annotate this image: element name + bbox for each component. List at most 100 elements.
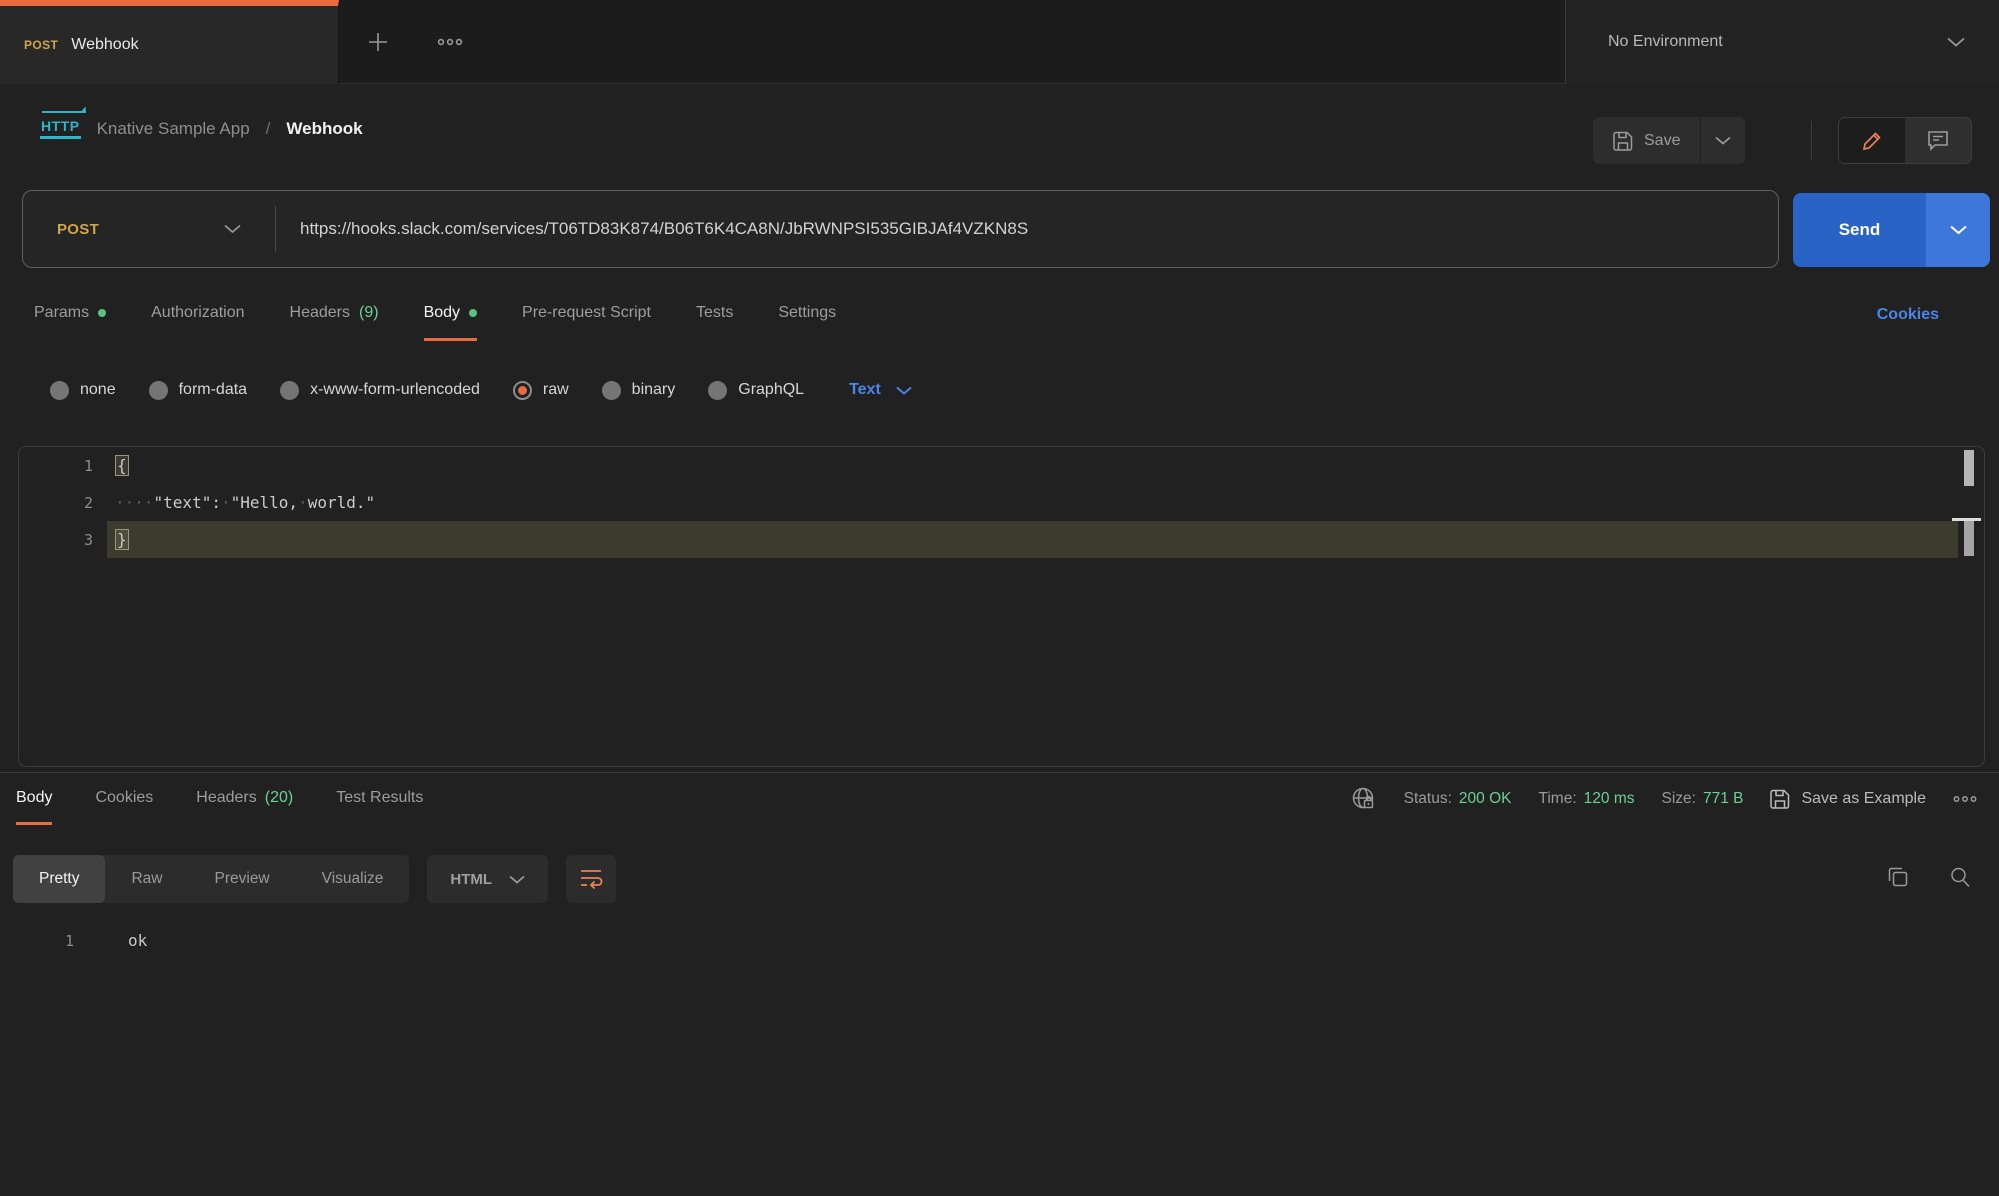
- response-tab-cookies-label: Cookies: [95, 789, 153, 807]
- request-tabs: Params Authorization Headers (9) Body Pr…: [34, 304, 836, 341]
- wrap-text-button[interactable]: [566, 855, 616, 903]
- response-meta: Status: 200 OK Time: 120 ms Size: 771 B …: [1351, 786, 1977, 812]
- save-options-button[interactable]: [1700, 117, 1745, 164]
- http-request-icon: HTTP: [40, 118, 81, 139]
- response-tab-cookies[interactable]: Cookies: [95, 789, 153, 825]
- code-token: "Hello,: [231, 493, 298, 512]
- response-tab-test-results[interactable]: Test Results: [336, 789, 423, 825]
- body-type-binary-label: binary: [632, 381, 676, 399]
- bracket-highlight: }: [115, 529, 129, 550]
- response-toolbar: Pretty Raw Preview Visualize HTML: [13, 855, 616, 903]
- radio-unselected-icon: [280, 381, 299, 400]
- body-type-x-www-form-urlencoded[interactable]: x-www-form-urlencoded: [280, 381, 480, 400]
- breadcrumb-collection[interactable]: Knative Sample App: [97, 119, 250, 139]
- tab-pre-request-script-label: Pre-request Script: [522, 304, 651, 322]
- editor-line-number: 3: [19, 521, 107, 558]
- new-tab-button[interactable]: [356, 0, 400, 84]
- editor-scrollbar-thumb[interactable]: [1964, 450, 1974, 486]
- save-as-example-label: Save as Example: [1801, 790, 1926, 808]
- body-type-raw[interactable]: raw: [513, 381, 569, 400]
- cookies-link[interactable]: Cookies: [1877, 306, 1939, 324]
- raw-format-selector[interactable]: Text: [849, 381, 912, 399]
- chevron-down-icon: [896, 386, 912, 395]
- sidebar-toggle-group: [1838, 117, 1972, 164]
- body-type-graphql[interactable]: GraphQL: [708, 381, 804, 400]
- tab-options-button[interactable]: [425, 0, 475, 84]
- response-tab-headers[interactable]: Headers (20): [196, 789, 293, 825]
- tab-headers-label: Headers: [290, 304, 350, 322]
- tab-params-label: Params: [34, 304, 89, 322]
- view-visualize[interactable]: Visualize: [296, 855, 410, 903]
- editor-line: 2····"text":·"Hello,·world.": [19, 484, 1984, 521]
- top-tab-bar: POST Webhook No Environment: [0, 0, 1999, 84]
- size-label: Size:: [1662, 790, 1696, 808]
- size-value: 771 B: [1703, 790, 1744, 808]
- tab-authorization[interactable]: Authorization: [151, 304, 244, 341]
- response-tab-headers-count: (20): [265, 789, 293, 807]
- request-tab-method: POST: [24, 38, 58, 52]
- request-tab-title: Webhook: [71, 36, 138, 54]
- params-active-dot: [98, 309, 106, 317]
- tab-body-label: Body: [424, 304, 460, 322]
- status-label: Status:: [1404, 790, 1452, 808]
- size-badge: Size: 771 B: [1662, 790, 1744, 808]
- body-type-binary[interactable]: binary: [602, 381, 676, 400]
- response-tab-test-results-label: Test Results: [336, 789, 423, 807]
- send-button[interactable]: Send: [1793, 193, 1926, 267]
- response-tabs: Body Cookies Headers (20) Test Results: [16, 789, 423, 825]
- tab-settings[interactable]: Settings: [778, 304, 836, 341]
- response-more-dots-icon[interactable]: [1953, 795, 1977, 803]
- editor-code[interactable]: ····"text":·"Hello,·world.": [107, 484, 1958, 521]
- tab-headers[interactable]: Headers (9): [290, 304, 379, 341]
- wrap-text-icon: [579, 868, 603, 890]
- method-selector[interactable]: POST: [23, 191, 275, 267]
- editor-cursor-marker-thumb: [1964, 521, 1974, 556]
- body-type-x-www-form-urlencoded-label: x-www-form-urlencoded: [310, 381, 480, 399]
- time-label: Time:: [1538, 790, 1576, 808]
- response-tab-headers-label: Headers: [196, 789, 256, 807]
- tab-tests[interactable]: Tests: [696, 304, 733, 341]
- request-tab[interactable]: POST Webhook: [0, 0, 339, 84]
- body-active-dot: [469, 309, 477, 317]
- edit-request-button[interactable]: [1839, 118, 1905, 163]
- save-floppy-icon: [1770, 789, 1790, 809]
- view-pretty[interactable]: Pretty: [13, 855, 105, 903]
- comments-button[interactable]: [1905, 118, 1971, 163]
- save-button[interactable]: Save: [1593, 117, 1700, 164]
- time-badge: Time: 120 ms: [1538, 790, 1634, 808]
- network-globe-lock-icon[interactable]: [1351, 786, 1377, 812]
- tab-tests-label: Tests: [696, 304, 733, 322]
- breadcrumb-separator: /: [266, 119, 271, 139]
- search-response-button[interactable]: [1949, 866, 1971, 888]
- body-type-form-data[interactable]: form-data: [149, 381, 247, 400]
- view-preview[interactable]: Preview: [189, 855, 296, 903]
- send-options-button[interactable]: [1926, 193, 1990, 267]
- search-icon: [1949, 866, 1971, 888]
- body-type-none-label: none: [80, 381, 116, 399]
- view-raw[interactable]: Raw: [105, 855, 188, 903]
- editor-code[interactable]: }: [107, 521, 1958, 558]
- send-button-group: Send: [1793, 193, 1990, 267]
- editor-lines: 1{2····"text":·"Hello,·world."3}: [19, 447, 1984, 558]
- environment-selector[interactable]: No Environment: [1565, 0, 1999, 84]
- tab-pre-request-script[interactable]: Pre-request Script: [522, 304, 651, 341]
- tab-params[interactable]: Params: [34, 304, 106, 341]
- editor-line: 1{: [19, 447, 1984, 484]
- response-format-selector[interactable]: HTML: [427, 855, 548, 903]
- request-body-editor[interactable]: 1{2····"text":·"Hello,·world."3}: [18, 446, 1985, 767]
- editor-code[interactable]: {: [107, 447, 1958, 484]
- breadcrumb-request-name[interactable]: Webhook: [286, 119, 362, 139]
- save-as-example-button[interactable]: Save as Example: [1770, 789, 1926, 809]
- breadcrumb: HTTP Knative Sample App / Webhook: [40, 118, 363, 139]
- comment-icon: [1927, 130, 1949, 151]
- response-body-viewer[interactable]: 1 ok: [0, 922, 1999, 959]
- tab-body[interactable]: Body: [424, 304, 477, 341]
- status-badge: Status: 200 OK: [1404, 790, 1512, 808]
- response-tab-body[interactable]: Body: [16, 789, 52, 825]
- response-tab-body-label: Body: [16, 789, 52, 807]
- copy-response-button[interactable]: [1887, 866, 1909, 888]
- chevron-down-icon: [1950, 225, 1967, 235]
- url-input[interactable]: https://hooks.slack.com/services/T06TD83…: [276, 219, 1778, 239]
- body-type-none[interactable]: none: [50, 381, 116, 400]
- pane-divider[interactable]: [0, 772, 1999, 773]
